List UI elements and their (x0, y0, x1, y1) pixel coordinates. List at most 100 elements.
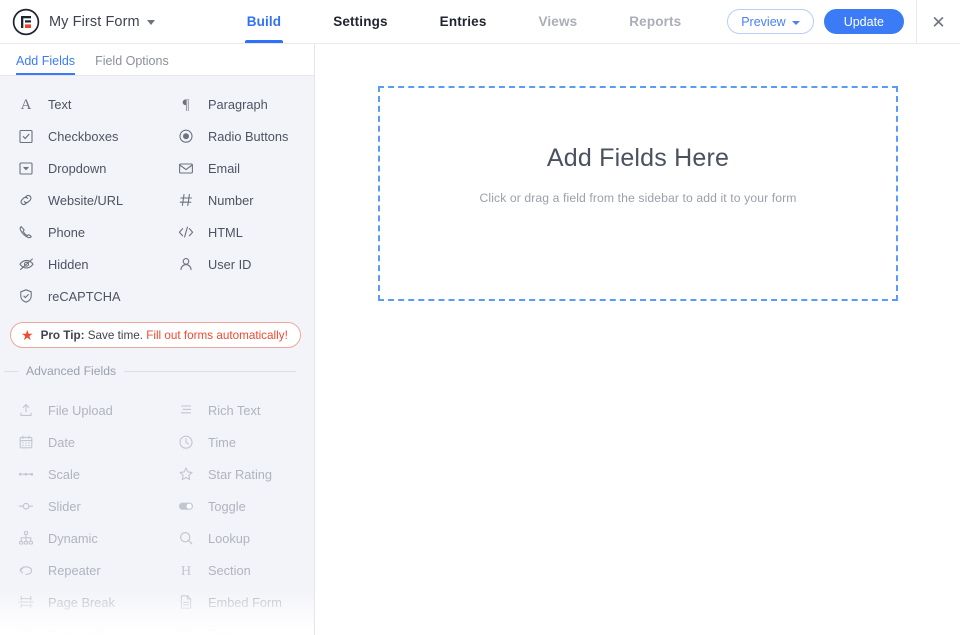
add-fields-dropzone[interactable]: Add Fields Here Click or drag a field fr… (378, 86, 898, 301)
sidebar-tab-field-options-label: Field Options (95, 54, 169, 68)
tab-build[interactable]: Build (221, 0, 308, 43)
hash-icon (177, 191, 195, 209)
clock-icon (177, 433, 195, 451)
field-button-number[interactable]: Number (160, 184, 314, 216)
field-button-hidden[interactable]: Hidden (0, 248, 160, 280)
field-button-email[interactable]: Email (160, 152, 314, 184)
pro-tip-text: Pro Tip: Save time. Fill out forms autom… (41, 329, 288, 342)
field-button-slider[interactable]: Slider (0, 490, 160, 522)
star-outline-icon (177, 465, 195, 483)
preview-button[interactable]: Preview (727, 9, 814, 34)
field-button-lookup[interactable]: Lookup (160, 522, 314, 554)
field-button-star-rating[interactable]: Star Rating (160, 458, 314, 490)
field-label: Dropdown (48, 160, 107, 176)
svg-text:H: H (181, 564, 191, 578)
field-button-repeater[interactable]: Repeater (0, 554, 160, 586)
chevron-down-icon (791, 20, 800, 25)
advanced-fields-grid: File Upload Rich Text Date Time Scale St… (0, 382, 314, 635)
field-button-website-url[interactable]: Website/URL (0, 184, 160, 216)
field-button-time[interactable]: Time (160, 426, 314, 458)
update-button[interactable]: Update (823, 9, 904, 34)
divider-line-right (124, 370, 296, 372)
field-button-date[interactable]: Date (0, 426, 160, 458)
header-actions: Preview Update (727, 0, 904, 43)
form-canvas: Add Fields Here Click or drag a field fr… (316, 44, 960, 635)
checkbox-icon (17, 127, 35, 145)
tab-views[interactable]: Views (513, 0, 604, 43)
phone-icon (17, 223, 35, 241)
calendar-icon (17, 433, 35, 451)
tab-entries[interactable]: Entries (414, 0, 513, 43)
field-label: Scale (48, 466, 81, 482)
field-button-embed-form[interactable]: Embed Form (160, 586, 314, 618)
chevron-down-icon (146, 20, 155, 25)
code-brackets-icon (177, 223, 195, 241)
field-button-tags[interactable]: Tags (160, 618, 314, 635)
link-icon (17, 191, 35, 209)
fields-sidebar: Add Fields Field Options A Text ¶ Paragr… (0, 44, 315, 635)
pro-tip-bold: Pro Tip: (40, 328, 85, 342)
sidebar-tab-field-options[interactable]: Field Options (95, 54, 169, 75)
page-break-icon (17, 593, 35, 611)
field-label: User ID (208, 256, 252, 272)
close-builder-button[interactable]: ✕ (916, 0, 960, 44)
field-button-checkboxes[interactable]: Checkboxes (0, 120, 160, 152)
field-button-text[interactable]: A Text (0, 88, 160, 120)
lock-icon (17, 625, 35, 635)
field-label: Website/URL (48, 192, 124, 208)
preview-button-label: Preview (741, 14, 786, 29)
field-label: Radio Buttons (208, 128, 289, 144)
form-title-text: My First Form (49, 13, 140, 30)
field-button-password[interactable]: Password (0, 618, 160, 635)
sidebar-tab-add-fields-label: Add Fields (16, 54, 76, 68)
main-nav-tabs: Build Settings Entries Views Reports (155, 0, 728, 43)
field-label: Section (208, 562, 251, 578)
field-label: Lookup (208, 530, 250, 546)
sidebar-tab-add-fields[interactable]: Add Fields (16, 54, 76, 75)
field-button-rich-text[interactable]: Rich Text (160, 394, 314, 426)
field-label: Number (208, 192, 254, 208)
divider-line-left (4, 370, 18, 372)
field-label: Hidden (48, 256, 89, 272)
tab-settings[interactable]: Settings (307, 0, 413, 43)
shield-check-icon (17, 287, 35, 305)
field-label: Embed Form (208, 594, 282, 610)
fields-scroll-area[interactable]: A Text ¶ Paragraph Checkboxes Radio Butt… (0, 76, 314, 635)
field-label: Tags (208, 626, 236, 635)
pro-tip-area: ★ Pro Tip: Save time. Fill out forms aut… (0, 312, 314, 348)
eye-off-icon (17, 255, 35, 273)
field-label: Slider (48, 498, 81, 514)
advanced-fields-divider: Advanced Fields (0, 348, 314, 382)
pro-tip-body: Save time. (84, 328, 147, 342)
field-button-html[interactable]: HTML (160, 216, 314, 248)
tab-reports[interactable]: Reports (603, 0, 707, 43)
field-button-paragraph[interactable]: ¶ Paragraph (160, 88, 314, 120)
field-button-recaptcha[interactable]: reCAPTCHA (0, 280, 160, 312)
field-button-scale[interactable]: Scale (0, 458, 160, 490)
pro-tip-banner[interactable]: ★ Pro Tip: Save time. Fill out forms aut… (10, 322, 301, 348)
field-button-section[interactable]: H Section (160, 554, 314, 586)
field-label: reCAPTCHA (48, 288, 121, 304)
field-button-toggle[interactable]: Toggle (160, 490, 314, 522)
dropdown-icon (17, 159, 35, 177)
field-label: HTML (208, 224, 243, 240)
update-button-label: Update (843, 14, 884, 29)
field-label: Password (48, 626, 105, 635)
field-button-page-break[interactable]: Page Break (0, 586, 160, 618)
field-label: Toggle (208, 498, 246, 514)
radio-button-icon (177, 127, 195, 145)
search-icon (177, 529, 195, 547)
field-button-dynamic[interactable]: Dynamic (0, 522, 160, 554)
field-button-user-id[interactable]: User ID (160, 248, 314, 280)
sitemap-icon (17, 529, 35, 547)
pro-tip-link[interactable]: Fill out forms automatically! (146, 329, 288, 342)
svg-text:A: A (21, 97, 32, 112)
tab-settings-label: Settings (333, 14, 388, 29)
field-button-dropdown[interactable]: Dropdown (0, 152, 160, 184)
tab-entries-label: Entries (439, 14, 487, 29)
field-button-radio-buttons[interactable]: Radio Buttons (160, 120, 314, 152)
field-button-file-upload[interactable]: File Upload (0, 394, 160, 426)
heading-h-icon: H (177, 561, 195, 579)
form-title-dropdown[interactable]: My First Form (49, 14, 155, 30)
field-button-phone[interactable]: Phone (0, 216, 160, 248)
